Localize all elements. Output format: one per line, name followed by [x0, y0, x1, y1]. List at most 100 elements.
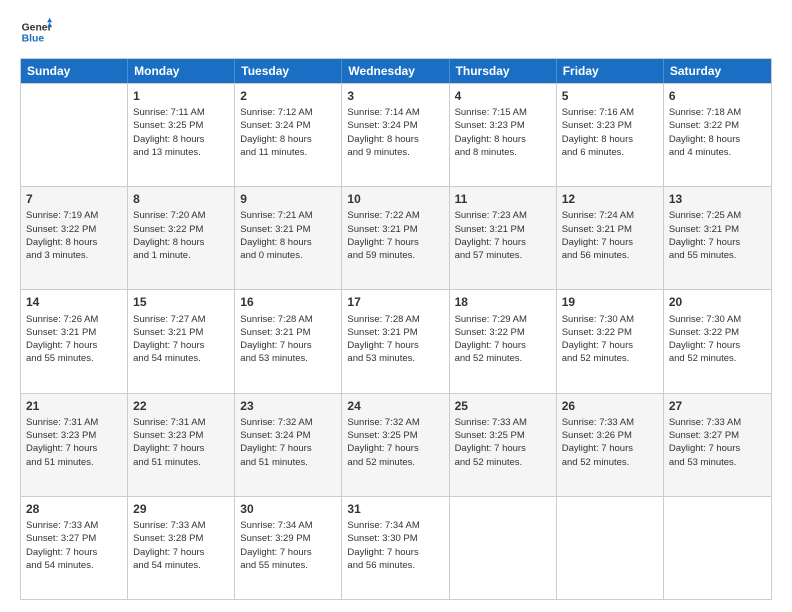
cell-info: Sunrise: 7:32 AM Sunset: 3:24 PM Dayligh…: [240, 416, 336, 469]
cell-info: Sunrise: 7:33 AM Sunset: 3:26 PM Dayligh…: [562, 416, 658, 469]
day-number: 5: [562, 88, 658, 104]
day-number: 30: [240, 501, 336, 517]
cell-info: Sunrise: 7:33 AM Sunset: 3:28 PM Dayligh…: [133, 519, 229, 572]
cal-cell: 25 Sunrise: 7:33 AM Sunset: 3:25 PM Dayli…: [450, 394, 557, 496]
cell-info: Sunrise: 7:28 AM Sunset: 3:21 PM Dayligh…: [347, 313, 443, 366]
logo: General Blue: [20, 16, 52, 48]
day-number: 4: [455, 88, 551, 104]
day-number: 10: [347, 191, 443, 207]
cal-cell: 22 Sunrise: 7:31 AM Sunset: 3:23 PM Dayli…: [128, 394, 235, 496]
day-number: 28: [26, 501, 122, 517]
cal-cell: [450, 497, 557, 599]
cal-cell: 1 Sunrise: 7:11 AM Sunset: 3:25 PM Daylig…: [128, 84, 235, 186]
cell-info: Sunrise: 7:27 AM Sunset: 3:21 PM Dayligh…: [133, 313, 229, 366]
cal-cell: 19 Sunrise: 7:30 AM Sunset: 3:22 PM Dayli…: [557, 290, 664, 392]
day-number: 29: [133, 501, 229, 517]
day-number: 1: [133, 88, 229, 104]
cal-cell: 24 Sunrise: 7:32 AM Sunset: 3:25 PM Dayli…: [342, 394, 449, 496]
day-number: 21: [26, 398, 122, 414]
day-number: 23: [240, 398, 336, 414]
cell-info: Sunrise: 7:16 AM Sunset: 3:23 PM Dayligh…: [562, 106, 658, 159]
cal-cell: 9 Sunrise: 7:21 AM Sunset: 3:21 PM Daylig…: [235, 187, 342, 289]
cal-cell: 18Sunrise: 7:29 AM Sunset: 3:22 PM Dayli…: [450, 290, 557, 392]
cal-cell: 7 Sunrise: 7:19 AM Sunset: 3:22 PM Daylig…: [21, 187, 128, 289]
page-header: General Blue: [20, 16, 772, 48]
cal-cell: 14 Sunrise: 7:26 AM Sunset: 3:21 PM Dayli…: [21, 290, 128, 392]
cal-cell: 3Sunrise: 7:14 AM Sunset: 3:24 PM Daylig…: [342, 84, 449, 186]
cell-info: Sunrise: 7:34 AM Sunset: 3:29 PM Dayligh…: [240, 519, 336, 572]
cell-info: Sunrise: 7:33 AM Sunset: 3:27 PM Dayligh…: [669, 416, 766, 469]
cell-info: Sunrise: 7:11 AM Sunset: 3:25 PM Dayligh…: [133, 106, 229, 159]
cell-info: Sunrise: 7:25 AM Sunset: 3:21 PM Dayligh…: [669, 209, 766, 262]
cell-info: Sunrise: 7:31 AM Sunset: 3:23 PM Dayligh…: [133, 416, 229, 469]
cell-info: Sunrise: 7:21 AM Sunset: 3:21 PM Dayligh…: [240, 209, 336, 262]
cell-info: Sunrise: 7:34 AM Sunset: 3:30 PM Dayligh…: [347, 519, 443, 572]
header-day-monday: Monday: [128, 59, 235, 83]
day-number: 14: [26, 294, 122, 310]
cell-info: Sunrise: 7:22 AM Sunset: 3:21 PM Dayligh…: [347, 209, 443, 262]
cell-info: Sunrise: 7:33 AM Sunset: 3:27 PM Dayligh…: [26, 519, 122, 572]
day-number: 25: [455, 398, 551, 414]
cal-cell: 16 Sunrise: 7:28 AM Sunset: 3:21 PM Dayli…: [235, 290, 342, 392]
cal-row-4: 28 Sunrise: 7:33 AM Sunset: 3:27 PM Dayli…: [21, 496, 771, 599]
day-number: 16: [240, 294, 336, 310]
cal-cell: [21, 84, 128, 186]
cell-info: Sunrise: 7:18 AM Sunset: 3:22 PM Dayligh…: [669, 106, 766, 159]
day-number: 24: [347, 398, 443, 414]
cell-info: Sunrise: 7:24 AM Sunset: 3:21 PM Dayligh…: [562, 209, 658, 262]
day-number: 27: [669, 398, 766, 414]
cell-info: Sunrise: 7:19 AM Sunset: 3:22 PM Dayligh…: [26, 209, 122, 262]
day-number: 22: [133, 398, 229, 414]
calendar: SundayMondayTuesdayWednesdayThursdayFrid…: [20, 58, 772, 600]
cell-info: Sunrise: 7:28 AM Sunset: 3:21 PM Dayligh…: [240, 313, 336, 366]
cal-row-0: 1 Sunrise: 7:11 AM Sunset: 3:25 PM Daylig…: [21, 83, 771, 186]
calendar-body: 1 Sunrise: 7:11 AM Sunset: 3:25 PM Daylig…: [21, 83, 771, 599]
cal-cell: 6 Sunrise: 7:18 AM Sunset: 3:22 PM Daylig…: [664, 84, 771, 186]
cal-cell: 8Sunrise: 7:20 AM Sunset: 3:22 PM Daylig…: [128, 187, 235, 289]
calendar-header: SundayMondayTuesdayWednesdayThursdayFrid…: [21, 59, 771, 83]
logo-icon: General Blue: [20, 16, 52, 48]
day-number: 7: [26, 191, 122, 207]
cal-cell: 27 Sunrise: 7:33 AM Sunset: 3:27 PM Dayli…: [664, 394, 771, 496]
cal-cell: 17Sunrise: 7:28 AM Sunset: 3:21 PM Dayli…: [342, 290, 449, 392]
cell-info: Sunrise: 7:30 AM Sunset: 3:22 PM Dayligh…: [562, 313, 658, 366]
header-day-sunday: Sunday: [21, 59, 128, 83]
cal-cell: 21 Sunrise: 7:31 AM Sunset: 3:23 PM Dayli…: [21, 394, 128, 496]
svg-text:General: General: [22, 22, 52, 33]
cal-cell: 30 Sunrise: 7:34 AM Sunset: 3:29 PM Dayli…: [235, 497, 342, 599]
cal-cell: 26 Sunrise: 7:33 AM Sunset: 3:26 PM Dayli…: [557, 394, 664, 496]
cell-info: Sunrise: 7:20 AM Sunset: 3:22 PM Dayligh…: [133, 209, 229, 262]
cell-info: Sunrise: 7:31 AM Sunset: 3:23 PM Dayligh…: [26, 416, 122, 469]
cal-row-2: 14 Sunrise: 7:26 AM Sunset: 3:21 PM Dayli…: [21, 289, 771, 392]
header-day-friday: Friday: [557, 59, 664, 83]
cal-cell: 20 Sunrise: 7:30 AM Sunset: 3:22 PM Dayli…: [664, 290, 771, 392]
cell-info: Sunrise: 7:30 AM Sunset: 3:22 PM Dayligh…: [669, 313, 766, 366]
header-day-saturday: Saturday: [664, 59, 771, 83]
cell-info: Sunrise: 7:33 AM Sunset: 3:25 PM Dayligh…: [455, 416, 551, 469]
cell-info: Sunrise: 7:32 AM Sunset: 3:25 PM Dayligh…: [347, 416, 443, 469]
cal-cell: 31 Sunrise: 7:34 AM Sunset: 3:30 PM Dayli…: [342, 497, 449, 599]
cal-cell: 23 Sunrise: 7:32 AM Sunset: 3:24 PM Dayli…: [235, 394, 342, 496]
day-number: 9: [240, 191, 336, 207]
day-number: 19: [562, 294, 658, 310]
day-number: 26: [562, 398, 658, 414]
svg-text:Blue: Blue: [22, 34, 45, 45]
cal-cell: 15 Sunrise: 7:27 AM Sunset: 3:21 PM Dayli…: [128, 290, 235, 392]
cal-cell: 11Sunrise: 7:23 AM Sunset: 3:21 PM Dayli…: [450, 187, 557, 289]
day-number: 31: [347, 501, 443, 517]
cal-cell: [664, 497, 771, 599]
day-number: 6: [669, 88, 766, 104]
cal-cell: 2Sunrise: 7:12 AM Sunset: 3:24 PM Daylig…: [235, 84, 342, 186]
day-number: 15: [133, 294, 229, 310]
cell-info: Sunrise: 7:14 AM Sunset: 3:24 PM Dayligh…: [347, 106, 443, 159]
day-number: 20: [669, 294, 766, 310]
cell-info: Sunrise: 7:26 AM Sunset: 3:21 PM Dayligh…: [26, 313, 122, 366]
cell-info: Sunrise: 7:29 AM Sunset: 3:22 PM Dayligh…: [455, 313, 551, 366]
cal-cell: 29 Sunrise: 7:33 AM Sunset: 3:28 PM Dayli…: [128, 497, 235, 599]
cal-cell: 10 Sunrise: 7:22 AM Sunset: 3:21 PM Dayli…: [342, 187, 449, 289]
cell-info: Sunrise: 7:15 AM Sunset: 3:23 PM Dayligh…: [455, 106, 551, 159]
cal-cell: 13Sunrise: 7:25 AM Sunset: 3:21 PM Dayli…: [664, 187, 771, 289]
cal-cell: 28 Sunrise: 7:33 AM Sunset: 3:27 PM Dayli…: [21, 497, 128, 599]
cal-cell: 5 Sunrise: 7:16 AM Sunset: 3:23 PM Daylig…: [557, 84, 664, 186]
header-day-wednesday: Wednesday: [342, 59, 449, 83]
